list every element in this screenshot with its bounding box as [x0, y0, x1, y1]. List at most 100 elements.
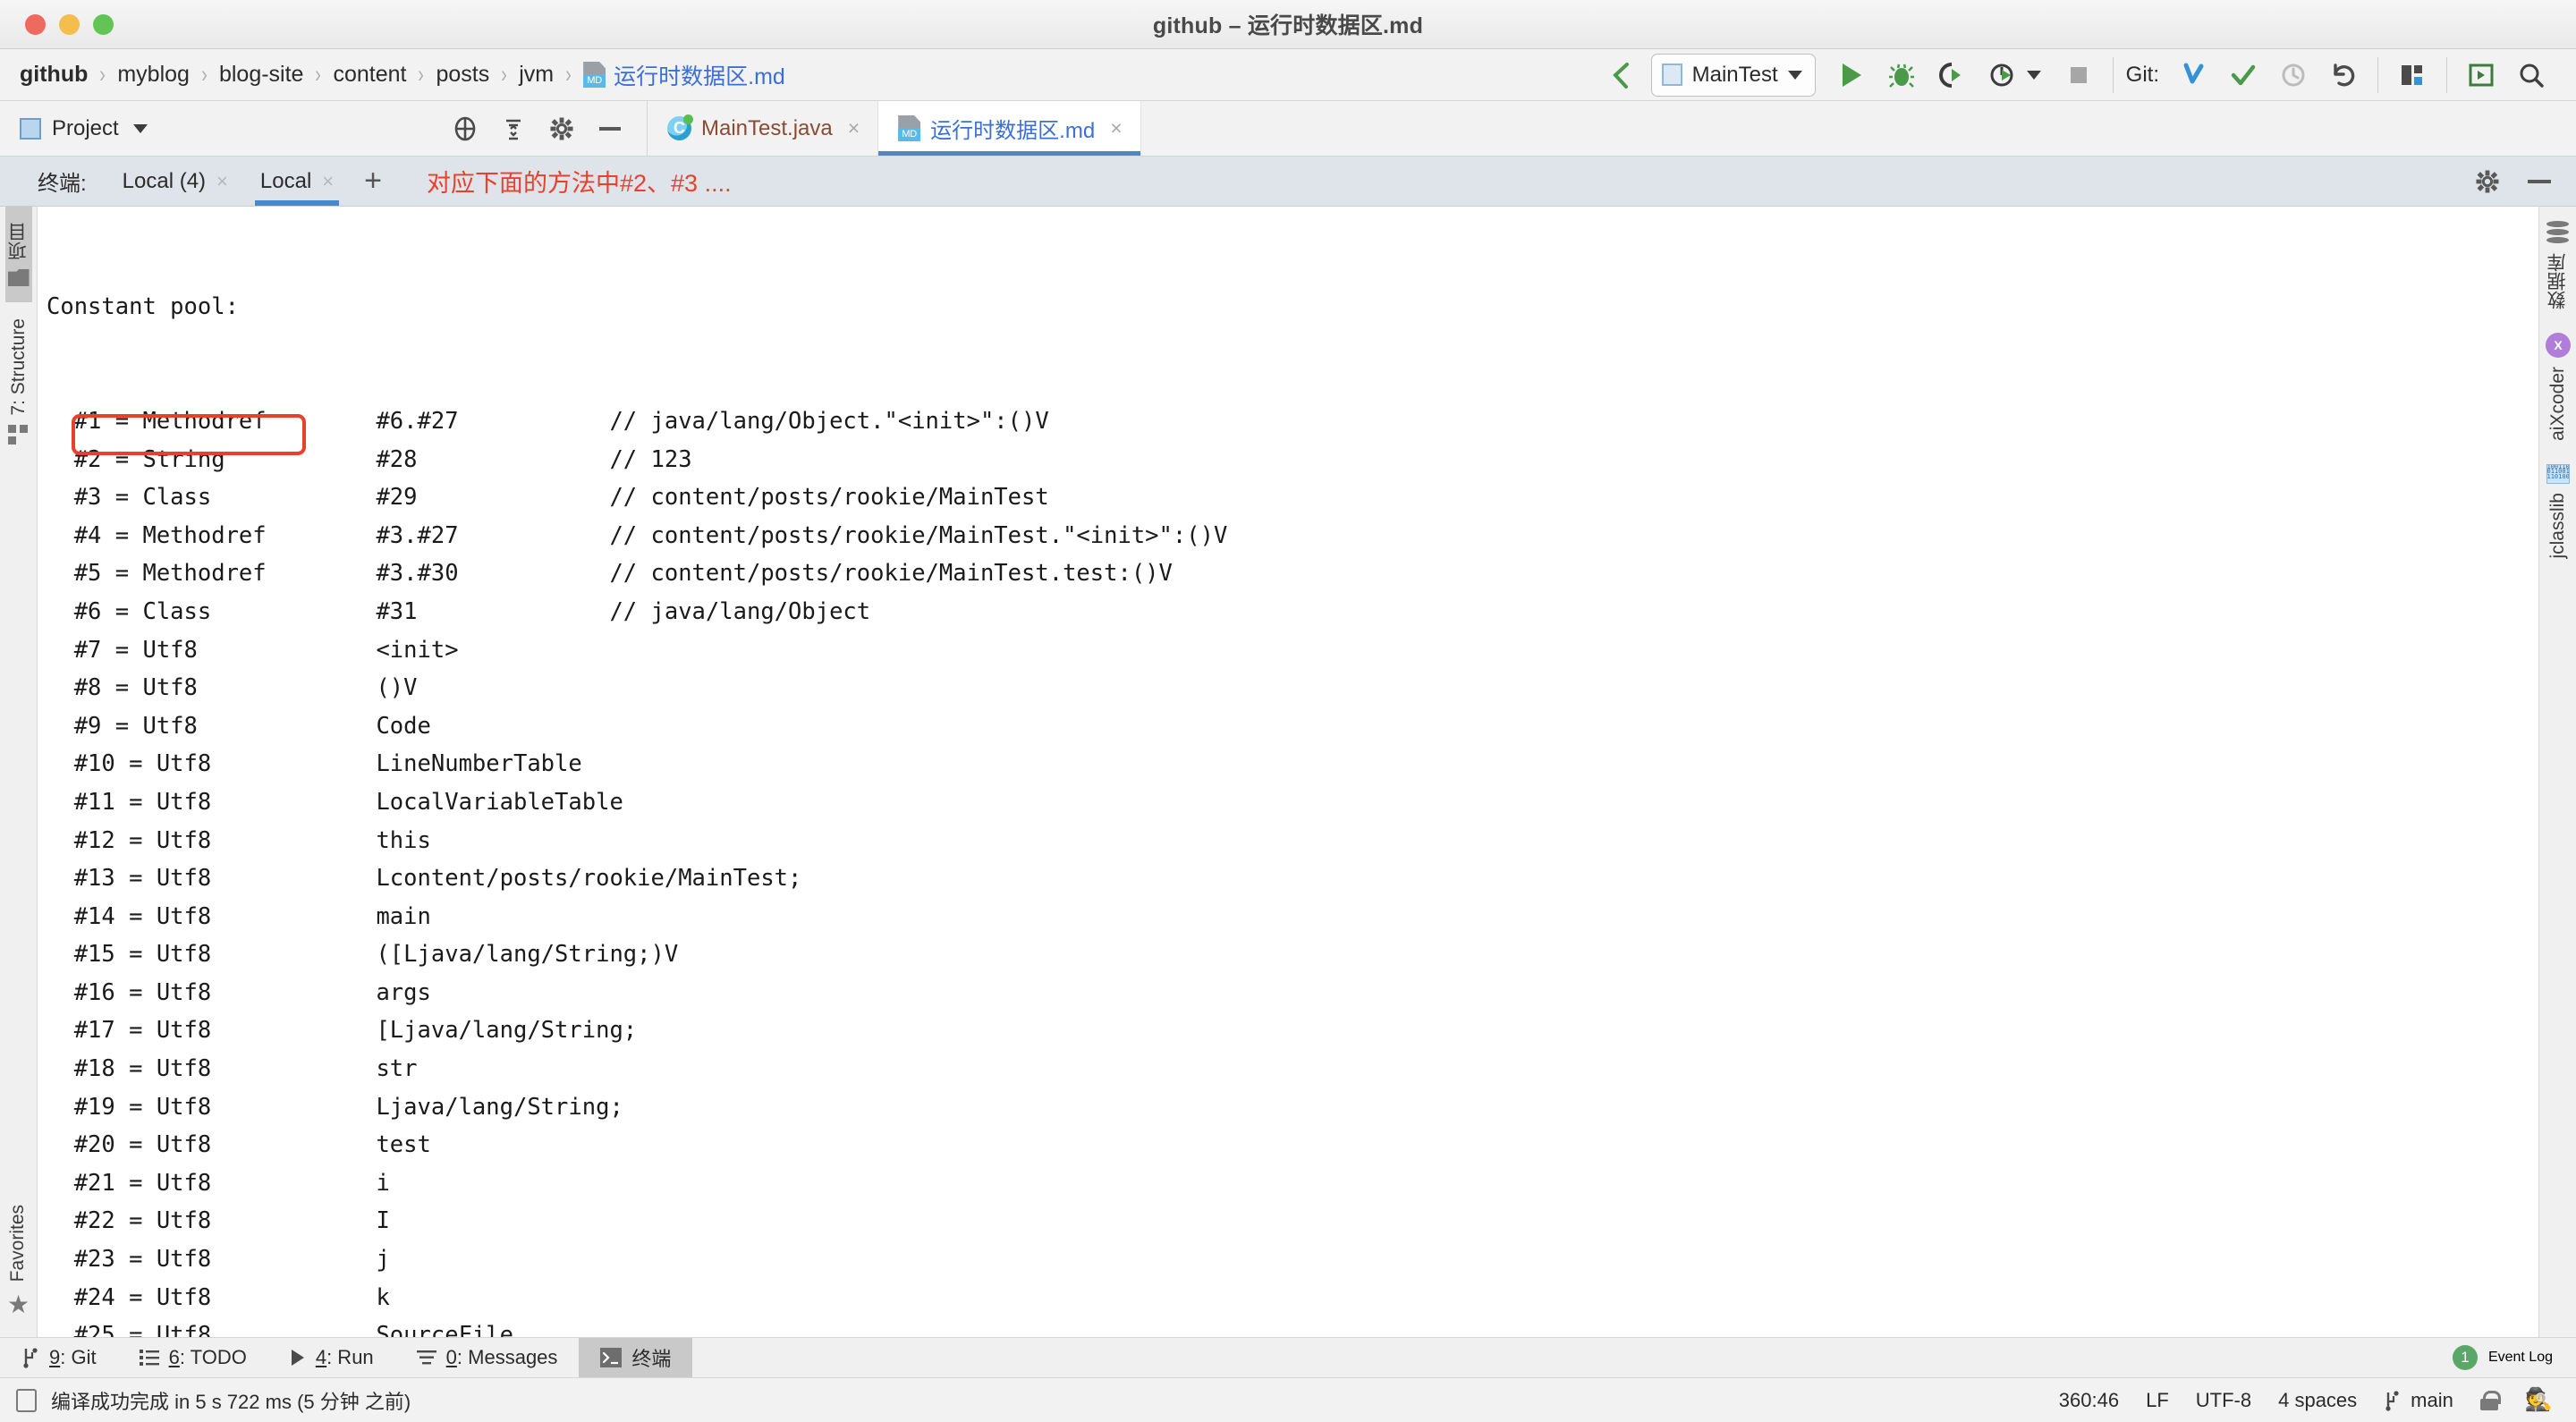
- project-panel-label: Project: [52, 115, 119, 140]
- constant-pool-entry: #20 = Utf8 test: [47, 1131, 431, 1159]
- settings-gear-icon[interactable]: [2465, 161, 2510, 202]
- unlocked-icon[interactable]: [2479, 1390, 2501, 1410]
- settings-gear-icon[interactable]: [539, 108, 584, 149]
- status-bar: 编译成功完成 in 5 s 722 ms (5 分钟 之前) 360:46 LF…: [0, 1377, 2576, 1422]
- status-indicators: 360:46 LF UTF-8 4 spaces main 🕵: [2059, 1389, 2553, 1412]
- constant-pool-entry: #22 = Utf8 I: [47, 1207, 390, 1235]
- terminal-tab-local[interactable]: Local ×: [244, 157, 350, 206]
- breadcrumb-item-github[interactable]: github: [20, 62, 88, 88]
- close-icon[interactable]: ×: [1110, 116, 1122, 140]
- bottom-item-git[interactable]: 9: Git: [0, 1338, 118, 1377]
- run-config-icon: [1661, 63, 1682, 86]
- git-branch-icon: [21, 1347, 39, 1368]
- breadcrumb-item-file[interactable]: 运行时数据区.md: [583, 59, 785, 91]
- rollback-icon[interactable]: [2318, 54, 2368, 97]
- terminal-output[interactable]: Constant pool: #1 = Methodref #6.#27 // …: [38, 207, 2538, 1337]
- hide-panel-icon[interactable]: [2517, 161, 2562, 202]
- constant-pool-entry: #6 = Class #31 // java/lang/Object: [47, 597, 871, 625]
- indent-setting[interactable]: 4 spaces: [2278, 1389, 2357, 1412]
- hide-icon[interactable]: [588, 108, 632, 149]
- sidebar-item-jclasslib[interactable]: 100110 011001 110100 jclasslib: [2546, 463, 2570, 558]
- debug-icon[interactable]: [1877, 54, 1927, 97]
- breadcrumb-item-myblog[interactable]: myblog: [117, 62, 190, 88]
- editor-tab-label: MainTest.java: [701, 115, 833, 140]
- bottom-tool-strip: 9: Git 6: TODO 4: Run 0: Messages 终端 1 E…: [0, 1337, 2576, 1377]
- constant-pool-entry: #3 = Class #29 // content/posts/rookie/M…: [47, 484, 1049, 512]
- terminal-tab-label: Local: [259, 168, 312, 193]
- copy-icon[interactable]: [13, 1388, 37, 1421]
- constant-pool-entry: #24 = Utf8 k: [47, 1283, 390, 1311]
- run-icon[interactable]: [1826, 54, 1877, 97]
- breadcrumb-item-blog-site[interactable]: blog-site: [219, 62, 304, 88]
- constant-pool-entry: #1 = Methodref #6.#27 // java/lang/Objec…: [47, 407, 1049, 435]
- breadcrumb-item-jvm[interactable]: jvm: [519, 62, 554, 88]
- terminal-header-line: Constant pool:: [47, 293, 239, 321]
- chevron-right-icon: ›: [565, 61, 572, 88]
- line-separator[interactable]: LF: [2146, 1389, 2169, 1412]
- profiler-icon[interactable]: [1977, 54, 2027, 97]
- new-terminal-tab-button[interactable]: +: [350, 157, 396, 206]
- ide-window: github – 运行时数据区.md github › myblog › blo…: [0, 0, 2576, 1422]
- bottom-item-messages[interactable]: 0: Messages: [395, 1338, 580, 1377]
- bottom-item-shortcut: 9: Git: [49, 1346, 97, 1368]
- sidebar-item-label: aiXcoder: [2546, 367, 2568, 441]
- terminal-tab-bar: 终端: Local (4) × Local × + 对应下面的方法中#2、#3 …: [0, 157, 2576, 207]
- history-icon[interactable]: [2268, 54, 2318, 97]
- profiler-chevron-down-icon[interactable]: [2026, 70, 2041, 80]
- annotation-text: 对应下面的方法中#2、#3 ....: [427, 170, 732, 197]
- collapse-all-icon[interactable]: [491, 108, 536, 149]
- caret-position[interactable]: 360:46: [2059, 1389, 2119, 1412]
- close-icon[interactable]: ×: [322, 170, 334, 193]
- constant-pool-entry: #5 = Methodref #3.#30 // content/posts/r…: [47, 560, 1173, 588]
- close-icon[interactable]: ×: [848, 116, 860, 140]
- toolbar-divider: [2377, 56, 2378, 93]
- chevron-right-icon: ›: [315, 61, 322, 88]
- sidebar-item-project[interactable]: 项目: [4, 207, 32, 302]
- inspector-icon[interactable]: 🕵: [2525, 1389, 2553, 1411]
- bottom-item-terminal[interactable]: 终端: [579, 1338, 693, 1377]
- left-tool-strip: 项目 7: Structure ★ Favorites: [0, 207, 38, 1337]
- update-project-icon[interactable]: [2168, 54, 2218, 97]
- breadcrumb-item-content[interactable]: content: [333, 62, 406, 88]
- sidebar-item-aixcoder[interactable]: X aiXcoder: [2545, 333, 2571, 441]
- constant-pool-entry: #21 = Utf8 i: [47, 1169, 390, 1197]
- locate-icon[interactable]: [443, 108, 487, 149]
- project-structure-icon[interactable]: [2387, 54, 2437, 97]
- constant-pool-entry: #18 = Utf8 str: [47, 1055, 418, 1083]
- terminal-tab-label: Local (4): [122, 168, 207, 193]
- event-log-entry[interactable]: 1 Event Log: [2452, 1338, 2576, 1377]
- editor-tab-label: 运行时数据区.md: [930, 119, 1096, 143]
- bottom-item-run[interactable]: 4: Run: [268, 1338, 395, 1377]
- git-branch-widget[interactable]: main: [2384, 1389, 2453, 1412]
- settings-layout-icon[interactable]: [2456, 54, 2506, 97]
- run-config-label: MainTest: [1691, 62, 1778, 87]
- sidebar-item-database[interactable]: 数据库: [2545, 221, 2572, 309]
- constant-pool-entry: #13 = Utf8 Lcontent/posts/rookie/MainTes…: [47, 865, 802, 893]
- project-icon: [20, 117, 41, 140]
- main-body: 项目 7: Structure ★ Favorites Constant poo…: [0, 207, 2576, 1337]
- editor-tab-maintest-java[interactable]: MainTest.java ×: [648, 101, 879, 156]
- close-icon[interactable]: ×: [216, 170, 228, 193]
- constant-pool-entry: #10 = Utf8 LineNumberTable: [47, 750, 582, 778]
- constant-pool-entry: #4 = Methodref #3.#27 // content/posts/r…: [47, 521, 1228, 549]
- commit-icon[interactable]: [2218, 54, 2268, 97]
- terminal-panel-title: 终端:: [38, 172, 87, 196]
- terminal-tab-local-4[interactable]: Local (4) ×: [106, 157, 244, 206]
- search-everywhere-icon[interactable]: [2506, 54, 2556, 97]
- markdown-file-icon: [898, 115, 921, 141]
- back-arrow-icon[interactable]: [1596, 54, 1646, 97]
- editor-tab-runtime-md[interactable]: 运行时数据区.md ×: [878, 101, 1141, 156]
- file-encoding[interactable]: UTF-8: [2196, 1389, 2251, 1412]
- project-panel-title[interactable]: Project: [20, 116, 148, 141]
- stop-icon[interactable]: [2054, 54, 2104, 97]
- constant-pool-entry: #19 = Utf8 Ljava/lang/String;: [47, 1093, 623, 1121]
- bottom-item-todo[interactable]: 6: TODO: [118, 1338, 268, 1377]
- run-configuration-selector[interactable]: MainTest: [1650, 53, 1816, 97]
- breadcrumb-item-posts[interactable]: posts: [436, 62, 489, 88]
- run-with-coverage-icon[interactable]: [1927, 54, 1977, 97]
- sidebar-item-favorites[interactable]: ★ Favorites: [7, 1205, 30, 1337]
- bottom-item-shortcut: 4: Run: [315, 1346, 374, 1368]
- breadcrumb-file-label: 运行时数据区.md: [614, 63, 785, 89]
- terminal-tabs: 终端: Local (4) × Local × + 对应下面的方法中#2、#3 …: [0, 157, 732, 206]
- sidebar-item-structure[interactable]: 7: Structure: [7, 302, 30, 461]
